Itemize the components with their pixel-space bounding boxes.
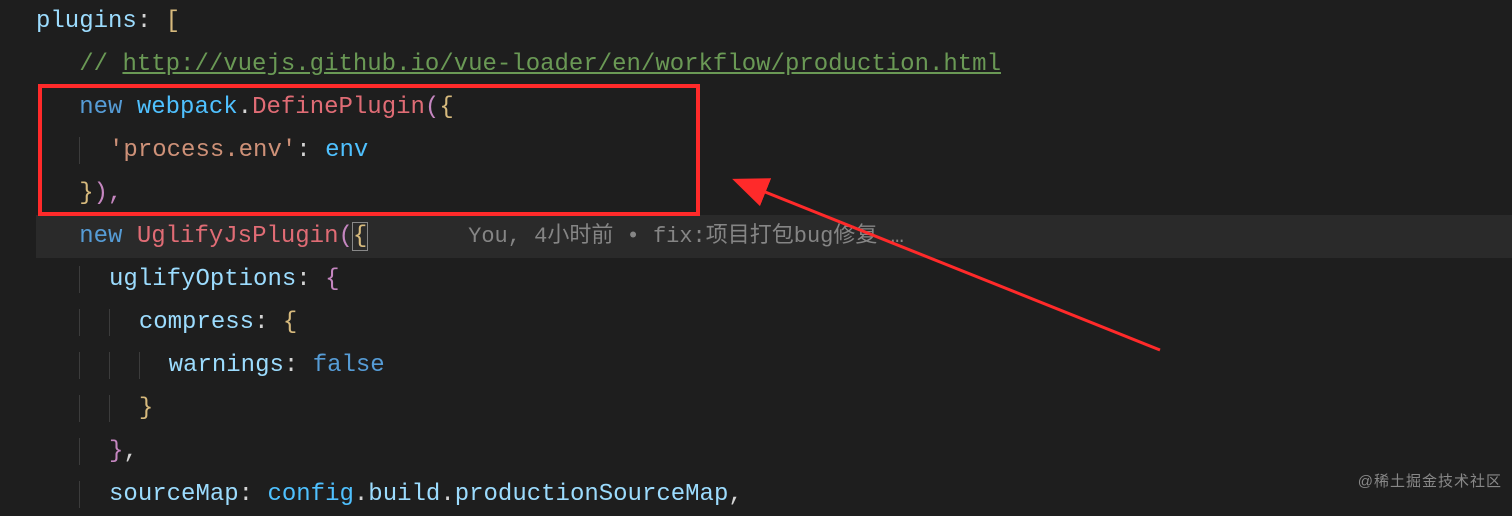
token-class: UglifyJsPlugin [137, 223, 339, 250]
token-bracket: [ [166, 8, 180, 35]
token-comment: // [79, 51, 122, 78]
token-class: DefinePlugin [252, 94, 425, 121]
code-editor[interactable]: plugins: [ // http://vuejs.github.io/vue… [0, 0, 1512, 516]
token-var: env [325, 137, 368, 164]
token-boolean: false [313, 352, 385, 379]
code-line: // http://vuejs.github.io/vue-loader/en/… [36, 43, 1512, 86]
code-line: new webpack.DefinePlugin({ [36, 86, 1512, 129]
bracket-match: { [352, 222, 368, 251]
code-line: compress: { [36, 301, 1512, 344]
watermark: @稀土掘金技术社区 [1358, 460, 1502, 503]
token-object: webpack [137, 94, 238, 121]
code-line: uglifyOptions: { [36, 258, 1512, 301]
code-line: }, [36, 430, 1512, 473]
token-keyword: new [79, 94, 122, 121]
git-blame-annotation: You, 4小时前 • fix:项目打包bug修复 … [468, 224, 904, 249]
code-line-current: new UglifyJsPlugin({ You, 4小时前 • fix:项目打… [36, 215, 1512, 258]
token-string: 'process.env' [109, 137, 296, 164]
code-line: sourceMap: config.build.productionSource… [36, 473, 1512, 516]
code-line: 'process.env': env [36, 129, 1512, 172]
code-line: }), [36, 172, 1512, 215]
code-line: warnings: false [36, 344, 1512, 387]
code-line: } [36, 387, 1512, 430]
token-keyword: new [79, 223, 122, 250]
code-line: plugins: [ [36, 0, 1512, 43]
token-url: http://vuejs.github.io/vue-loader/en/wor… [122, 51, 1001, 78]
token-property: plugins [36, 8, 137, 35]
token-punc: : [137, 8, 166, 35]
